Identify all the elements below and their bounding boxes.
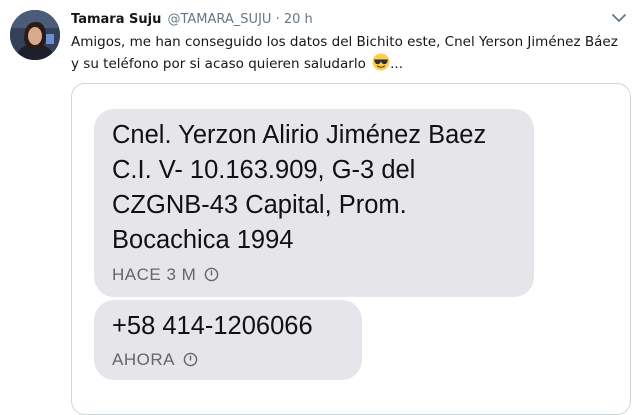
tweet-text-line-2-content: y su teléfono por si acaso quieren salud…	[71, 56, 366, 72]
separator-dot: ·	[275, 12, 280, 27]
sunglasses-emoji-icon	[372, 53, 390, 71]
media-card[interactable]: Cnel. Yerzon Alirio Jiménez Baez C.I. V-…	[71, 83, 631, 415]
message-timestamp-label: AHORA	[112, 350, 175, 369]
tweet-text: Amigos, me han conseguido los datos del …	[71, 31, 626, 75]
tweet-text-line-2: y su teléfono por si acaso quieren salud…	[71, 53, 626, 75]
tweet-timestamp[interactable]: 20 h	[284, 12, 313, 27]
message-timestamp-label: HACE 3 M	[112, 265, 197, 284]
avatar[interactable]	[10, 10, 60, 60]
tweet-header: Tamara Suju @TAMARA_SUJU · 20 h	[71, 10, 313, 29]
message-timestamp: HACE 3 M	[112, 265, 219, 285]
chevron-down-icon[interactable]	[611, 12, 627, 24]
clock-icon	[183, 352, 198, 367]
author-name[interactable]: Tamara Suju	[71, 12, 161, 27]
clock-icon	[205, 267, 219, 282]
message-timestamp: AHORA	[112, 350, 198, 370]
author-handle[interactable]: @TAMARA_SUJU	[167, 12, 271, 27]
message-text: Cnel. Yerzon Alirio Jiménez Baez C.I. V-…	[112, 121, 487, 254]
message-bubble: +58 414-1206066 AHORA	[94, 300, 362, 380]
profile-photo	[10, 10, 60, 60]
ellipsis: ...	[390, 56, 404, 72]
tweet-text-line-1: Amigos, me han conseguido los datos del …	[71, 34, 618, 50]
message-text: +58 414-1206066	[112, 312, 313, 340]
message-bubble: Cnel. Yerzon Alirio Jiménez Baez C.I. V-…	[94, 109, 534, 297]
